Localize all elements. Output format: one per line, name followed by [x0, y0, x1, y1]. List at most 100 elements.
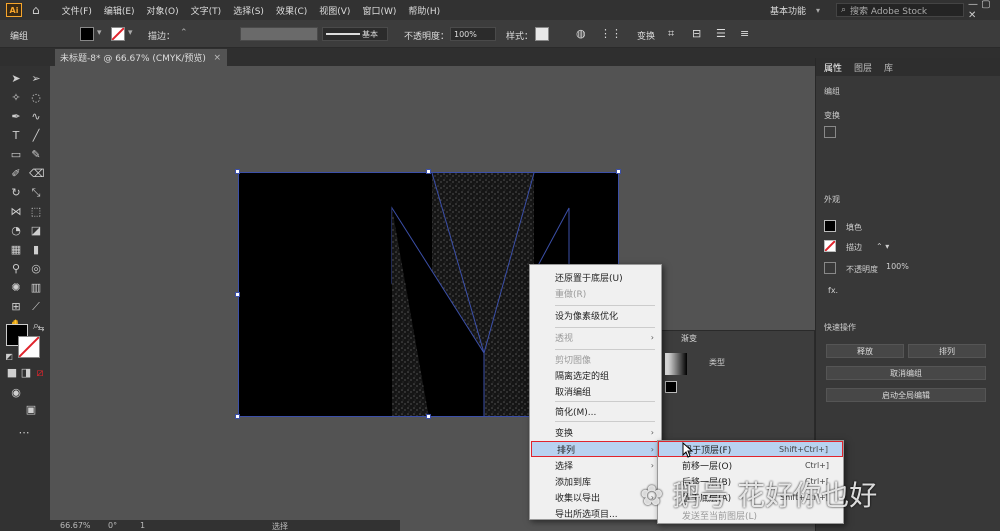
rotation-angle[interactable]: 0° [108, 521, 117, 530]
chevron-down-icon[interactable]: ▾ [816, 6, 820, 15]
lasso-icon[interactable]: ◌ [29, 91, 43, 105]
selection-handle[interactable] [235, 169, 240, 174]
shaper-tool-icon[interactable]: ✐ [9, 167, 23, 181]
stroke-color-box[interactable] [18, 336, 40, 358]
start-global-edit-button[interactable]: 启动全局编辑 [826, 388, 986, 402]
selection-handle[interactable] [426, 414, 431, 419]
menu-file[interactable]: 文件(F) [62, 4, 92, 17]
menu-item-isolate-group[interactable]: 隔离选定的组 [530, 367, 661, 383]
home-icon[interactable]: ⌂ [32, 3, 40, 17]
opacity-value[interactable]: 100% [886, 262, 909, 271]
menu-type[interactable]: 文字(T) [191, 4, 222, 17]
pen-tool-icon[interactable]: ✒ [9, 110, 23, 124]
menu-item-transform[interactable]: 变换 › [530, 424, 661, 440]
menu-view[interactable]: 视图(V) [319, 4, 350, 17]
more-tools-icon[interactable]: ⋯ [17, 426, 31, 440]
close-icon[interactable]: × [213, 53, 221, 63]
menu-icon[interactable]: ≡ [740, 27, 749, 40]
align-center-icon[interactable]: ⊟ [692, 27, 701, 40]
tab-properties[interactable]: 属性 [824, 61, 842, 74]
workspace-switcher[interactable]: 基本功能 [770, 4, 806, 17]
gradient-preview[interactable] [665, 353, 687, 375]
selection-handle[interactable] [235, 414, 240, 419]
graphic-style-swatch[interactable] [535, 27, 549, 41]
type-tool-icon[interactable]: T [9, 129, 23, 143]
stroke-swatch[interactable] [111, 27, 125, 41]
menu-item-redo[interactable]: 重做(R) [530, 285, 661, 301]
transform-label[interactable]: 变换 [637, 29, 655, 42]
menu-item-select[interactable]: 选择 › [530, 457, 661, 473]
tab-layers[interactable]: 图层 [854, 61, 872, 74]
mesh-tool-icon[interactable]: ▦ [9, 243, 23, 257]
menu-window[interactable]: 窗口(W) [362, 4, 396, 17]
live-paint-icon[interactable]: ◪ [29, 224, 43, 238]
release-button[interactable]: 释放 [826, 344, 904, 358]
eraser-tool-icon[interactable]: ⌫ [29, 167, 45, 181]
none-mode-icon[interactable]: ⧄ [33, 366, 47, 380]
selection-handle[interactable] [426, 169, 431, 174]
isolate-icon[interactable]: ⌗ [668, 27, 674, 41]
arrange-button[interactable]: 排列 [908, 344, 986, 358]
paintbrush-tool-icon[interactable]: ✎ [29, 148, 43, 162]
blend-tool-icon[interactable]: ◎ [29, 262, 43, 276]
align-icon[interactable]: ⋮⋮ [600, 27, 622, 40]
menu-item-crop-image[interactable]: 剪切图像 [530, 351, 661, 367]
menu-edit[interactable]: 编辑(E) [104, 4, 135, 17]
menu-object[interactable]: 对象(O) [147, 4, 179, 17]
zoom-level[interactable]: 66.67% [60, 521, 91, 530]
submenu-item-bring-forward[interactable]: 前移一层(O) Ctrl+] [658, 457, 843, 473]
window-controls[interactable]: — ▢ ✕ [968, 0, 1000, 21]
stock-search-input[interactable]: ⌕ 搜索 Adobe Stock [836, 3, 964, 17]
default-colors-icon[interactable]: ◩ [2, 350, 16, 364]
tab-libraries[interactable]: 库 [884, 61, 893, 74]
opacity-field[interactable]: 100% [450, 27, 496, 41]
recolor-icon[interactable]: ◍ [576, 27, 586, 40]
shape-builder-icon[interactable]: ◔ [9, 224, 23, 238]
draw-mode-icon[interactable]: ◉ [9, 386, 23, 400]
symbol-sprayer-icon[interactable]: ✺ [9, 281, 23, 295]
fill-swatch[interactable] [80, 27, 94, 41]
ungroup-button[interactable]: 取消编组 [826, 366, 986, 380]
stroke-stepper[interactable]: ⌃ ▾ [876, 242, 889, 251]
fill-swatch[interactable] [824, 220, 836, 232]
stroke-swatch[interactable] [824, 240, 836, 252]
artboard-tool-icon[interactable]: ⊞ [9, 300, 23, 314]
eyedropper-icon[interactable]: ⚲ [9, 262, 23, 276]
gradient-mode-icon[interactable]: ◨ [19, 366, 33, 380]
rotate-tool-icon[interactable]: ↻ [9, 186, 23, 200]
rectangle-tool-icon[interactable]: ▭ [9, 148, 23, 162]
gradient-tool-icon[interactable]: ▮ [29, 243, 43, 257]
chevron-down-icon[interactable]: ▾ [97, 28, 102, 38]
menu-effect[interactable]: 效果(C) [276, 4, 307, 17]
selection-tool-icon[interactable]: ➤ [9, 72, 23, 86]
chevron-down-icon[interactable]: ▾ [128, 28, 133, 38]
color-mode-icon[interactable]: ■ [5, 366, 19, 380]
document-tab[interactable]: 未标题-8* @ 66.67% (CMYK/预览) × [55, 49, 227, 66]
curvature-tool-icon[interactable]: ∿ [29, 110, 43, 124]
graph-tool-icon[interactable]: ▥ [29, 281, 43, 295]
magic-wand-icon[interactable]: ✧ [9, 91, 23, 105]
screen-mode-icon[interactable]: ▣ [24, 403, 38, 417]
line-tool-icon[interactable]: ╱ [29, 129, 43, 143]
fill-swatch[interactable] [665, 381, 677, 393]
stroke-weight-field[interactable] [240, 27, 318, 41]
menu-item-ungroup[interactable]: 取消编组 [530, 383, 661, 399]
menu-item-pixel-optimize[interactable]: 设为像素级优化 [530, 307, 661, 323]
menu-help[interactable]: 帮助(H) [408, 4, 440, 17]
menu-item-simplify[interactable]: 简化(M)... [530, 403, 661, 419]
distribute-icon[interactable]: ☰ [716, 27, 726, 40]
direct-selection-tool-icon[interactable]: ➢ [29, 72, 43, 86]
selection-handle[interactable] [235, 292, 240, 297]
stroke-weight-stepper[interactable]: ⌃ [180, 28, 188, 38]
width-tool-icon[interactable]: ⋈ [9, 205, 23, 219]
artboard-number[interactable]: 1 [140, 521, 145, 530]
menu-select[interactable]: 选择(S) [233, 4, 264, 17]
scale-tool-icon[interactable]: ⤡ [29, 186, 43, 200]
stroke-profile-select[interactable]: 基本 [322, 27, 388, 41]
selection-handle[interactable] [616, 169, 621, 174]
slice-tool-icon[interactable]: ⟋ [29, 300, 43, 314]
menu-item-perspective[interactable]: 透视 › [530, 329, 661, 345]
menu-item-arrange[interactable]: 排列 › [531, 441, 662, 457]
swap-colors-icon[interactable]: ⇆ [34, 322, 48, 336]
free-transform-icon[interactable]: ⬚ [29, 205, 43, 219]
